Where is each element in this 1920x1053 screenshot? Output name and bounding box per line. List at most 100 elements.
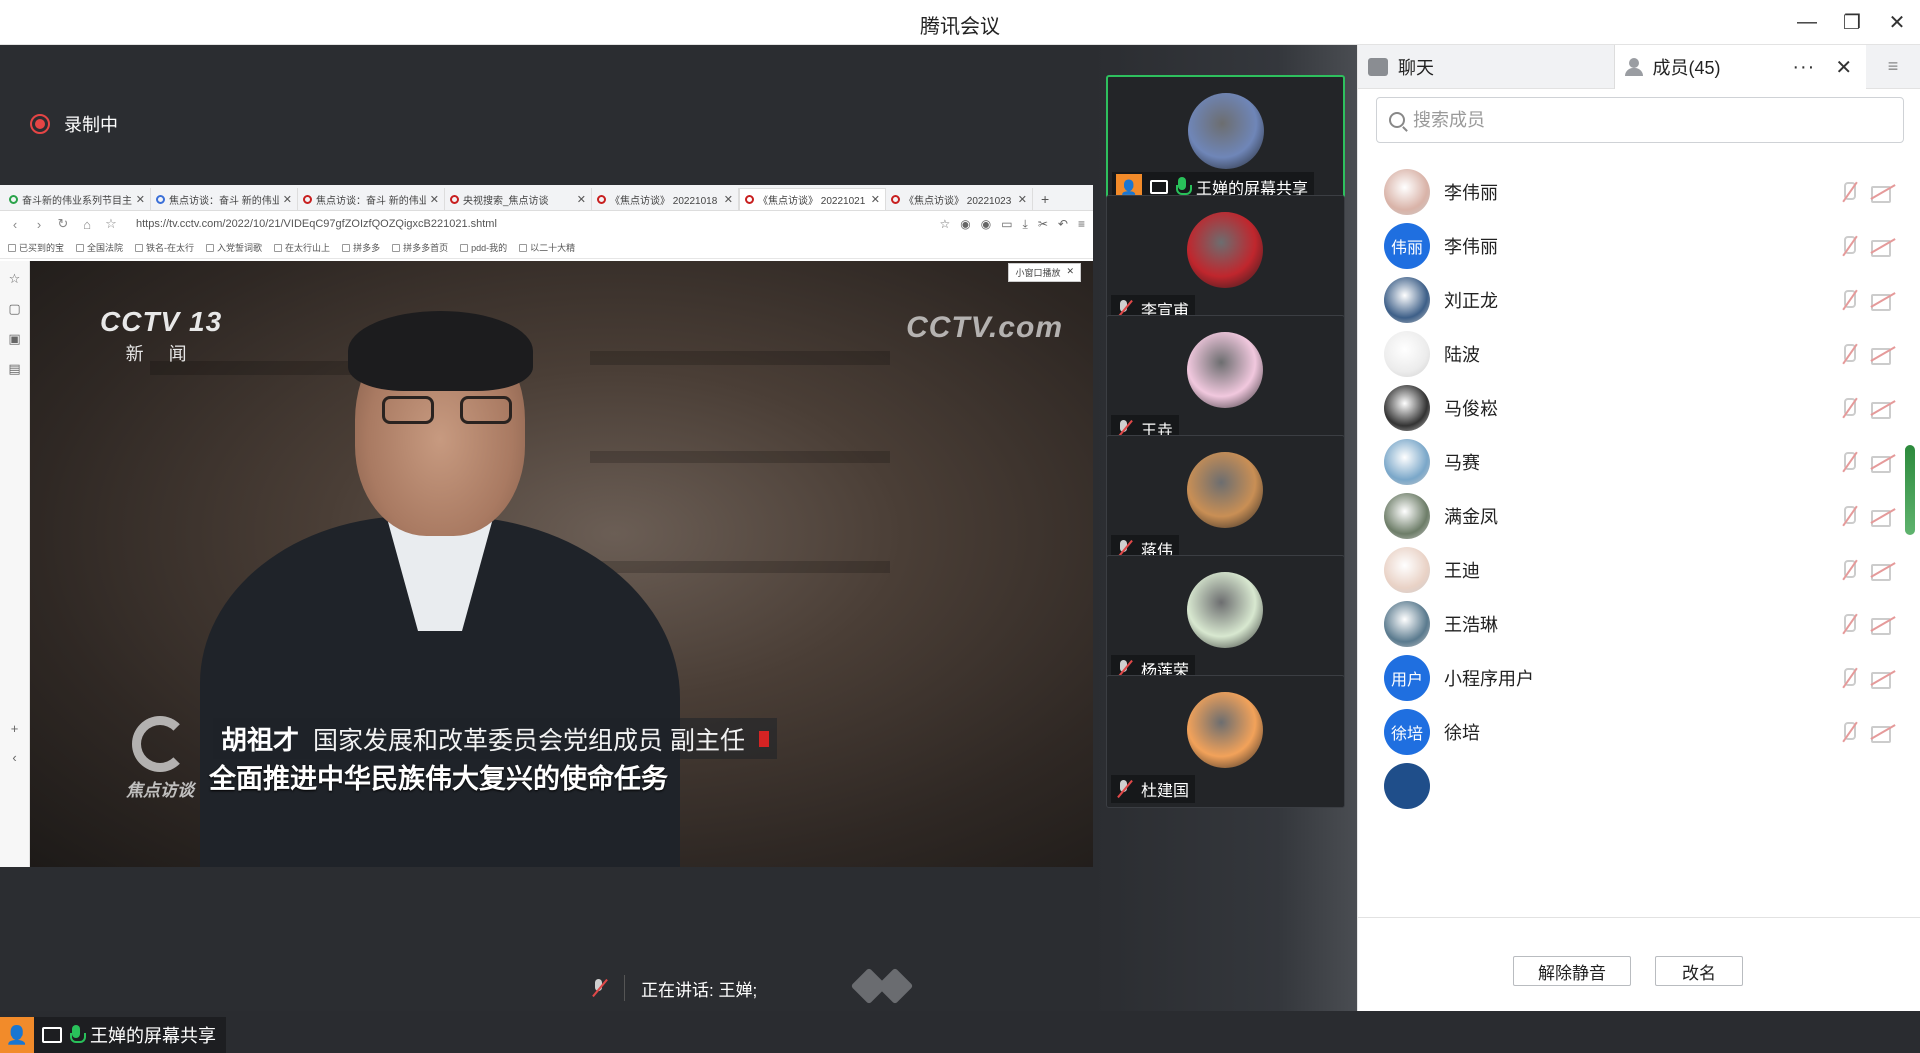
participant-gallery: 👤 王婵的屏幕共享 李宣甫 王垚 蒋伟 杨莲荣 杜建国 — [1093, 45, 1357, 1011]
member-list-scrollbar[interactable] — [1905, 165, 1915, 805]
rename-button[interactable]: 改名 — [1655, 956, 1743, 986]
close-tab-icon[interactable]: ✕ — [724, 193, 733, 206]
avatar — [1384, 547, 1430, 593]
unmute-all-button[interactable]: 解除静音 — [1513, 956, 1631, 986]
close-tab-icon[interactable]: ✕ — [1018, 193, 1027, 206]
folder-icon — [206, 243, 215, 252]
star-icon[interactable]: ☆ — [104, 216, 118, 232]
recording-indicator[interactable]: 录制中 — [30, 111, 118, 137]
member-name: 小程序用户 — [1444, 669, 1534, 689]
minimize-button[interactable]: — — [1792, 8, 1822, 36]
bookmark-item[interactable]: 拼多多首页 — [392, 241, 448, 254]
member-search[interactable] — [1376, 97, 1904, 143]
mic-muted-icon[interactable] — [1838, 450, 1860, 474]
home-icon[interactable]: ⌂ — [80, 217, 94, 232]
camera-off-icon[interactable] — [1871, 236, 1897, 257]
bookmark-item[interactable]: 入党誓词歌 — [206, 241, 262, 254]
history-icon[interactable]: ▣ — [8, 331, 20, 347]
mic-muted-icon[interactable] — [1838, 612, 1860, 636]
panel-menu-icon[interactable]: ≡ — [1866, 45, 1920, 88]
bookmark-item[interactable]: 拼多多 — [342, 241, 380, 254]
camera-off-icon[interactable] — [1871, 722, 1897, 743]
mic-muted-icon[interactable] — [1838, 504, 1860, 528]
maximize-icon[interactable]: ❐ — [1837, 8, 1867, 36]
bookmark-item[interactable]: 已买到的宝 — [8, 241, 64, 254]
scrollbar-thumb[interactable] — [1905, 445, 1915, 535]
forward-icon[interactable]: › — [32, 217, 46, 232]
browser-tab[interactable]: 焦点访谈：奋斗 新的伟业 ✕ — [298, 188, 445, 210]
browser-tab[interactable]: 《焦点访谈》 20221023 ✕ — [886, 188, 1033, 210]
close-tab-icon[interactable]: ✕ — [577, 193, 586, 206]
mic-muted-icon[interactable] — [1838, 558, 1860, 582]
close-icon[interactable]: ✕ — [1066, 266, 1074, 279]
bookmark-item[interactable]: 在太行山上 — [274, 241, 330, 254]
mic-muted-icon[interactable] — [1838, 720, 1860, 744]
participant-tile[interactable]: 杜建国 — [1106, 675, 1345, 808]
download-icon[interactable]: ⤓ — [1023, 217, 1028, 232]
participant-tile[interactable]: 李宣甫 — [1106, 195, 1345, 328]
close-tab-icon[interactable]: ✕ — [283, 193, 292, 206]
camera-off-icon[interactable] — [1871, 452, 1897, 473]
mic-muted-icon[interactable] — [1838, 234, 1860, 258]
cut-icon[interactable]: ✂ — [1038, 217, 1048, 232]
menu-icon[interactable]: ≡ — [1078, 217, 1085, 232]
bookmark-item[interactable]: 以二十大精 — [519, 241, 575, 254]
battery-icon[interactable]: ▭ — [1001, 217, 1012, 232]
mic-muted-icon[interactable] — [1838, 180, 1860, 204]
new-tab-button[interactable]: + — [1033, 188, 1057, 210]
camera-off-icon[interactable] — [1871, 182, 1897, 203]
undo-icon[interactable]: ↶ — [1058, 217, 1068, 232]
video-player[interactable]: CCTV 13 新 闻 CCTV.com 小窗口播放 ✕ 焦点访谈 胡祖才 国家… — [30, 261, 1093, 867]
avatar — [1384, 385, 1430, 431]
camera-off-icon[interactable] — [1871, 344, 1897, 365]
camera-off-icon[interactable] — [1871, 668, 1897, 689]
notes-icon[interactable]: ▤ — [8, 361, 20, 377]
close-tab-icon[interactable]: ✕ — [136, 193, 145, 206]
mic-muted-icon[interactable] — [1838, 342, 1860, 366]
bookmark-item[interactable]: 全国法院 — [76, 241, 123, 254]
collapse-icon[interactable]: ‹ — [12, 750, 16, 765]
participant-tile[interactable]: 蒋伟 — [1106, 435, 1345, 568]
camera-off-icon[interactable] — [1871, 506, 1897, 527]
url-field[interactable]: https://tv.cctv.com/2022/10/21/VIDEqC97g… — [128, 218, 929, 230]
main-video-stage: 录制中 奋斗新的伟业系列节目主 ✕ 焦点访谈：奋斗 新的伟业 ✕ 焦点访谈：奋斗 新的伟… — [0, 45, 1093, 1053]
member-row[interactable] — [1358, 753, 1898, 819]
close-tab-icon[interactable]: ✕ — [430, 193, 439, 206]
extension-icon[interactable]: ◉ — [981, 217, 991, 232]
bookmark-star-icon[interactable]: ☆ — [939, 217, 950, 232]
person-icon — [1624, 58, 1643, 76]
tab-members[interactable]: 成员(45) ··· ✕ — [1614, 45, 1867, 89]
mini-window-button[interactable]: 小窗口播放 ✕ — [1008, 263, 1081, 282]
camera-off-icon[interactable] — [1871, 398, 1897, 419]
browser-tab[interactable]: 《焦点访谈》 20221021 ✕ — [739, 188, 886, 210]
back-icon[interactable]: ‹ — [8, 217, 22, 232]
bookmark-item[interactable]: 铁名-在太行 — [135, 241, 194, 254]
mic-muted-icon[interactable] — [1838, 666, 1860, 690]
browser-tab[interactable]: 奋斗新的伟业系列节目主 ✕ — [4, 188, 151, 210]
member-name: 王浩琳 — [1444, 615, 1498, 635]
browser-tab[interactable]: 《焦点访谈》 20221018 ✕ — [592, 188, 739, 210]
tab-chat[interactable]: 聊天 — [1358, 45, 1615, 89]
reading-icon[interactable]: ▢ — [8, 301, 20, 317]
reload-icon[interactable]: ↻ — [56, 216, 70, 232]
favorites-icon[interactable]: ☆ — [9, 271, 21, 287]
browser-tab[interactable]: 焦点访谈：奋斗 新的伟业 ✕ — [151, 188, 298, 210]
more-options-icon[interactable]: ··· — [1792, 56, 1815, 79]
participant-tile[interactable]: 王垚 — [1106, 315, 1345, 448]
mic-muted-icon[interactable] — [1838, 396, 1860, 420]
camera-off-icon[interactable] — [1871, 614, 1897, 635]
camera-off-icon[interactable] — [1871, 560, 1897, 581]
mic-muted-icon[interactable] — [1838, 288, 1860, 312]
add-icon[interactable]: + — [11, 721, 19, 736]
browser-tab[interactable]: 央视搜索_焦点访谈 ✕ — [445, 188, 592, 210]
close-tab-icon[interactable]: ✕ — [871, 193, 880, 206]
bookmark-item[interactable]: pdd-我的 — [460, 241, 507, 254]
close-icon[interactable]: ✕ — [1882, 8, 1912, 36]
participant-tile[interactable]: 杨莲荣 — [1106, 555, 1345, 688]
close-panel-icon[interactable]: ✕ — [1835, 55, 1852, 80]
camera-off-icon[interactable] — [1871, 290, 1897, 311]
extension-icon[interactable]: ◉ — [960, 217, 970, 232]
search-input[interactable] — [1413, 109, 1903, 131]
avatar: 徐培 — [1384, 709, 1430, 755]
participant-tile[interactable]: 👤 王婵的屏幕共享 — [1106, 75, 1345, 208]
